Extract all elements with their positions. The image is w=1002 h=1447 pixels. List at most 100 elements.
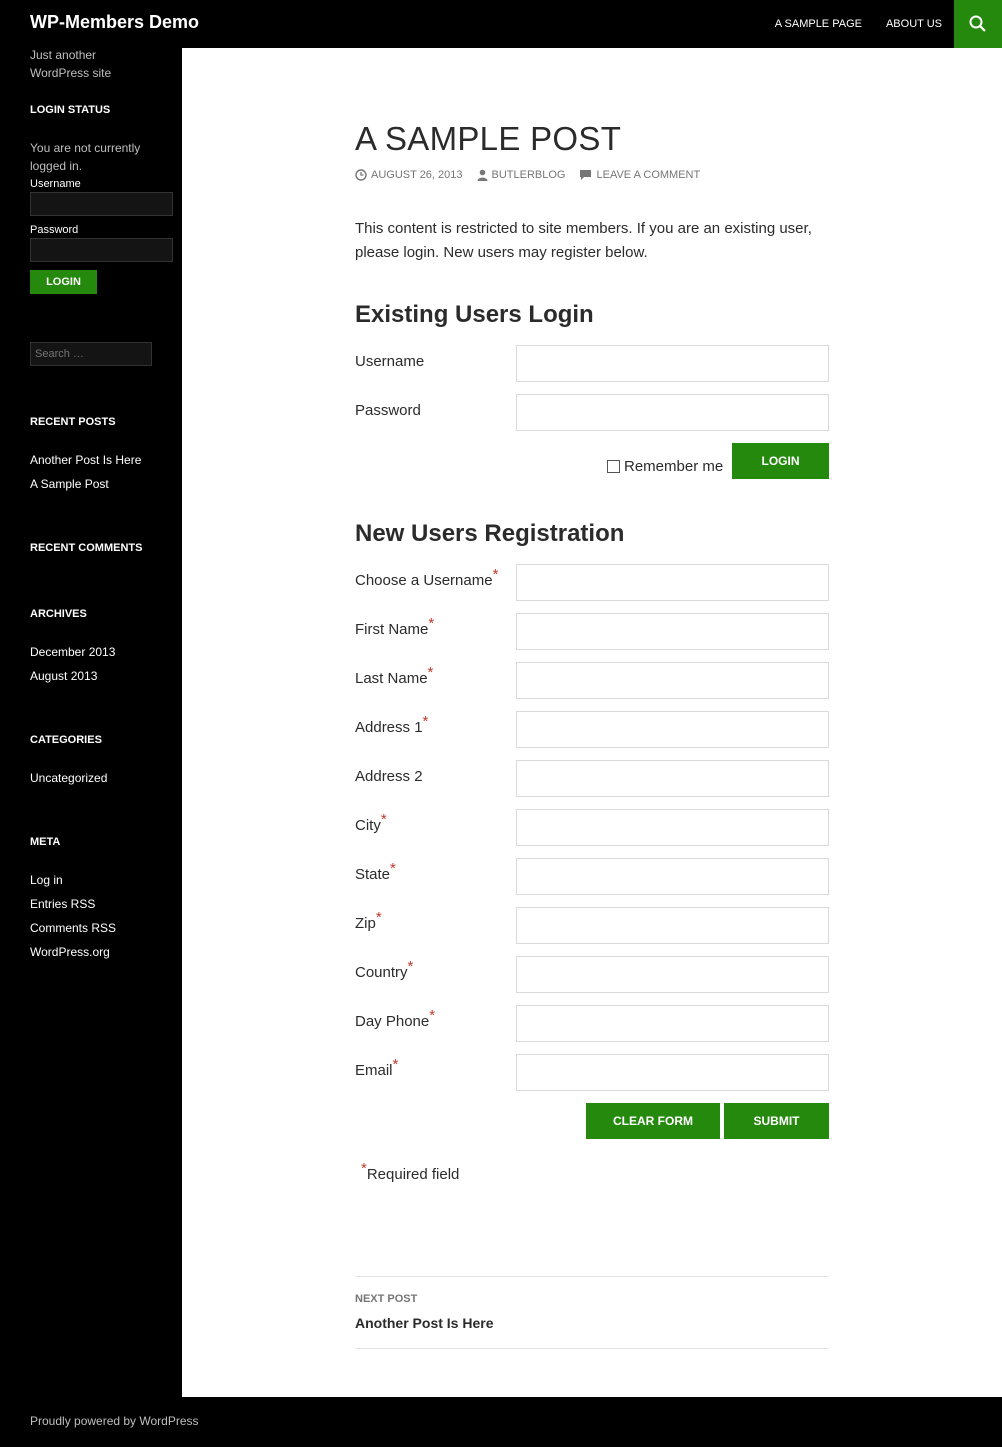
post-date-link[interactable]: AUGUST 26, 2013 bbox=[371, 169, 463, 181]
registration-row: Day Phone* bbox=[355, 1005, 829, 1042]
recent-post-link[interactable]: Another Post Is Here bbox=[30, 448, 141, 472]
widget-title-archives: ARCHIVES bbox=[30, 608, 87, 620]
user-icon bbox=[477, 169, 488, 181]
remember-me-label: Remember me bbox=[624, 458, 724, 475]
sidebar-username-input[interactable] bbox=[30, 192, 173, 216]
footer-credit-link[interactable]: Proudly powered by WordPress bbox=[30, 1414, 199, 1428]
widget-title-meta: META bbox=[30, 836, 61, 848]
registration-label-text: City bbox=[355, 817, 381, 834]
registration-row: Address 2 bbox=[355, 760, 829, 797]
recent-post-link[interactable]: A Sample Post bbox=[30, 472, 141, 496]
meta-link-wordpress-org[interactable]: WordPress.org bbox=[30, 940, 116, 964]
recent-posts-list: Another Post Is Here A Sample Post bbox=[30, 448, 141, 496]
registration-field-input[interactable] bbox=[516, 956, 829, 993]
registration-row: First Name* bbox=[355, 613, 829, 650]
registration-field-input[interactable] bbox=[516, 613, 829, 650]
required-field-note: *Required field bbox=[361, 1160, 460, 1183]
registration-label-text: Last Name bbox=[355, 670, 428, 687]
required-marker: * bbox=[492, 566, 499, 583]
registration-field-label: Email* bbox=[355, 1056, 398, 1079]
registration-label-text: Address 2 bbox=[355, 768, 423, 785]
login-password-label: Password bbox=[355, 402, 421, 419]
archive-link[interactable]: December 2013 bbox=[30, 640, 115, 664]
sidebar-search-input[interactable] bbox=[30, 342, 152, 366]
registration-field-label: First Name* bbox=[355, 615, 434, 638]
registration-field-label: Zip* bbox=[355, 909, 382, 932]
registration-field-input[interactable] bbox=[516, 564, 829, 601]
restricted-message: This content is restricted to site membe… bbox=[355, 220, 812, 261]
login-password-input[interactable] bbox=[516, 394, 829, 431]
required-marker: * bbox=[407, 958, 414, 975]
sidebar-username-label: Username bbox=[30, 178, 81, 190]
meta-link-comments-rss[interactable]: Comments RSS bbox=[30, 916, 116, 940]
required-marker: * bbox=[380, 811, 387, 828]
widget-title-categories: CATEGORIES bbox=[30, 734, 102, 746]
login-username-label: Username bbox=[355, 353, 425, 370]
sidebar-password-label: Password bbox=[30, 224, 79, 236]
registration-field-input[interactable] bbox=[516, 711, 829, 748]
registration-row: Last Name* bbox=[355, 662, 829, 699]
post-author-link[interactable]: BUTLERBLOG bbox=[492, 169, 566, 181]
registration-label-text: First Name bbox=[355, 621, 429, 638]
meta-list: Log in Entries RSS Comments RSS WordPres… bbox=[30, 868, 116, 964]
registration-field-label: Country* bbox=[355, 958, 413, 981]
registration-row: Zip* bbox=[355, 907, 829, 944]
sidebar-password-input[interactable] bbox=[30, 238, 173, 262]
widget-title-recent-posts: RECENT POSTS bbox=[30, 416, 116, 428]
site-tagline: Just another WordPress site bbox=[30, 48, 112, 80]
registration-label-text: Email bbox=[355, 1062, 393, 1079]
required-marker: * bbox=[390, 860, 396, 877]
registration-field-input[interactable] bbox=[516, 907, 829, 944]
registration-field-input[interactable] bbox=[516, 760, 829, 797]
submit-button[interactable]: SUBMIT bbox=[724, 1103, 829, 1139]
registration-heading: New Users Registration bbox=[355, 520, 625, 547]
required-marker: * bbox=[429, 1007, 436, 1024]
nav-item-sample-page[interactable]: A SAMPLE PAGE bbox=[775, 18, 862, 30]
next-post-link[interactable]: Another Post Is Here bbox=[355, 1315, 493, 1331]
login-password-row: Password bbox=[355, 394, 829, 431]
required-star: * bbox=[361, 1160, 367, 1177]
comment-icon bbox=[580, 170, 592, 180]
site-title[interactable]: WP-Members Demo bbox=[30, 12, 199, 33]
clear-form-button[interactable]: CLEAR FORM bbox=[586, 1103, 720, 1139]
registration-label-text: Address 1 bbox=[355, 719, 423, 736]
registration-field-label: Address 2 bbox=[355, 768, 423, 785]
leave-comment-link[interactable]: LEAVE A COMMENT bbox=[596, 169, 700, 181]
login-button[interactable]: LOGIN bbox=[732, 443, 829, 479]
registration-field-input[interactable] bbox=[516, 1054, 829, 1091]
meta-link-entries-rss[interactable]: Entries RSS bbox=[30, 892, 116, 916]
remember-me-checkbox[interactable] bbox=[607, 460, 620, 473]
registration-field-label: City* bbox=[355, 811, 387, 834]
site-footer: Proudly powered by WordPress bbox=[0, 1397, 1002, 1447]
registration-field-input[interactable] bbox=[516, 662, 829, 699]
archive-link[interactable]: August 2013 bbox=[30, 664, 115, 688]
registration-label-text: Country bbox=[355, 964, 408, 981]
site-header: WP-Members Demo A SAMPLE PAGE ABOUT US bbox=[0, 0, 1002, 48]
registration-field-input[interactable] bbox=[516, 809, 829, 846]
main-content: A SAMPLE POST AUGUST 26, 2013 BUTLERBLOG bbox=[182, 48, 1002, 1397]
category-link[interactable]: Uncategorized bbox=[30, 766, 107, 790]
remember-me-group: Remember me bbox=[607, 458, 723, 475]
meta-link-log-in[interactable]: Log in bbox=[30, 868, 116, 892]
registration-label-text: Zip bbox=[355, 915, 376, 932]
required-marker: * bbox=[375, 909, 382, 926]
clock-icon bbox=[355, 169, 367, 181]
sidebar-login-button[interactable]: LOGIN bbox=[30, 270, 97, 294]
required-marker: * bbox=[428, 615, 435, 632]
search-toggle-button[interactable] bbox=[954, 0, 1002, 48]
registration-field-input[interactable] bbox=[516, 1005, 829, 1042]
post-meta: AUGUST 26, 2013 BUTLERBLOG LEAVE A COMME… bbox=[355, 169, 714, 181]
login-status-text: You are not currently logged in. bbox=[30, 141, 141, 173]
login-username-input[interactable] bbox=[516, 345, 829, 382]
registration-field-input[interactable] bbox=[516, 858, 829, 895]
required-marker: * bbox=[392, 1056, 399, 1073]
search-icon bbox=[969, 15, 986, 32]
next-post-label: NEXT POST bbox=[355, 1293, 418, 1305]
archives-list: December 2013 August 2013 bbox=[30, 640, 115, 688]
registration-field-label: Last Name* bbox=[355, 664, 433, 687]
nav-item-about-us[interactable]: ABOUT US bbox=[886, 18, 942, 30]
registration-row: Address 1* bbox=[355, 711, 829, 748]
registration-row: City* bbox=[355, 809, 829, 846]
post-navigation: NEXT POST Another Post Is Here bbox=[355, 1276, 829, 1349]
required-field-text: Required field bbox=[366, 1166, 460, 1183]
